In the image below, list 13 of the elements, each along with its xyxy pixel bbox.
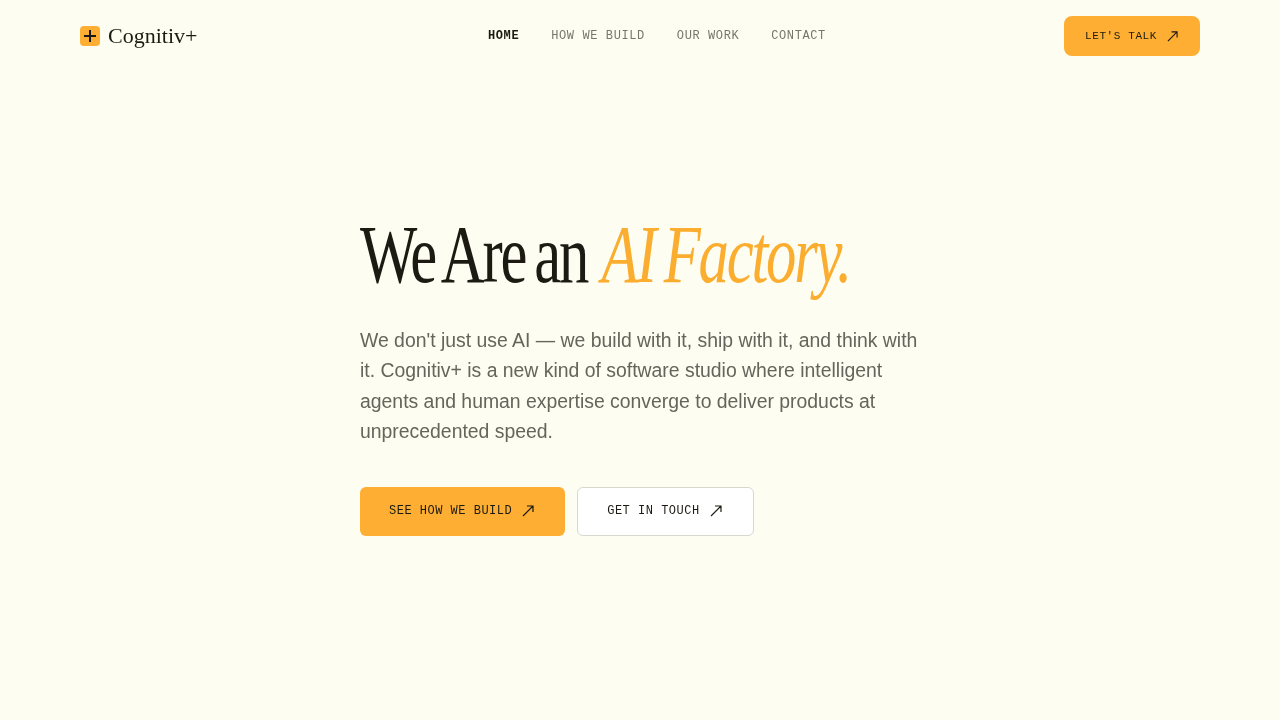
logo-text[interactable]: Cognitiv+ [108,23,198,49]
arrow-icon [1167,30,1178,42]
nav-link[interactable]: CONTACT [771,29,826,43]
arrow-icon [709,505,722,518]
touch-button[interactable]: GET IN TOUCH [577,486,754,536]
plus-icon [80,26,100,46]
nav-link[interactable]: OUR WORK [676,29,740,43]
nav-link[interactable]: HOME [488,29,520,43]
build-button[interactable]: SEE HOW WE BUILD [360,486,566,536]
talk-button[interactable]: LET'S TALK [1064,16,1200,56]
hero-description: We don't just use AI — we build with it, ship with it, and think with it. Cognitiv+ is a new kind of software studio where intelligent agents and human expertise converge to deliver products at unprecedented speed. [360,328,919,445]
nav-link[interactable]: HOW WE BUILD [551,29,645,43]
arrow-icon [522,505,535,518]
